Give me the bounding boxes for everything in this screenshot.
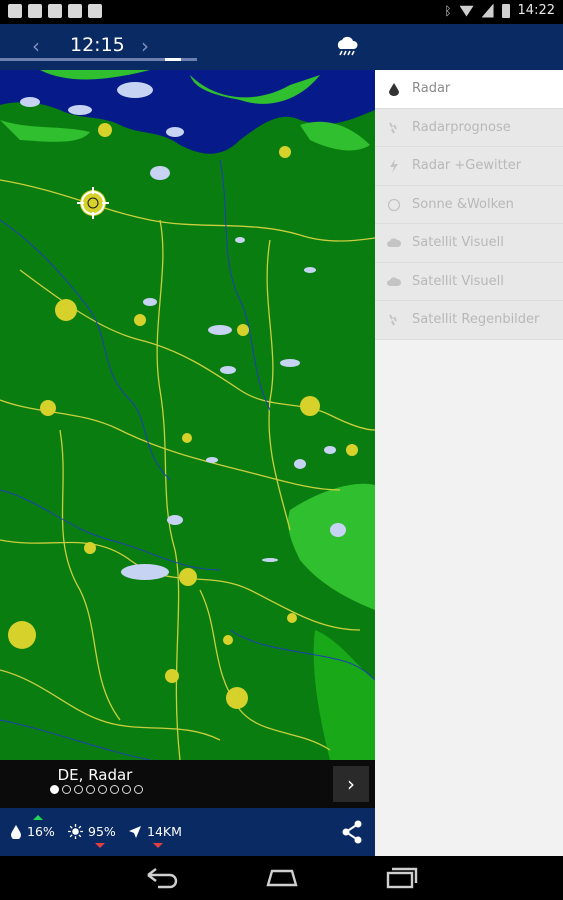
sun-value: 95% [88,824,116,839]
page-dot[interactable] [122,785,131,794]
layers-button[interactable] [332,32,362,62]
chevron-right-icon: › [347,772,355,796]
menu-item-label: Radar +Gewitter [412,158,522,174]
rain-drops-icon [387,121,401,135]
location-label: DE, Radar [57,766,133,784]
precipitation-value: 16% [27,824,55,839]
time-slider-thumb[interactable] [165,58,181,61]
share-icon [342,820,362,844]
system-nav-bar [0,856,563,900]
time-navigator: ‹ 12:15 › [0,24,375,70]
page-dot[interactable] [50,785,59,794]
layer-menu: Radar Radarprognose Radar +Gewitter Sonne &… [375,70,563,856]
camera-icon [88,4,102,18]
clipboard-icon [68,4,82,18]
sun-circle-icon [387,198,401,212]
back-button[interactable] [144,865,180,891]
radar-map[interactable] [0,70,375,760]
home-button[interactable] [264,865,300,891]
location-bar: DE, Radar › [0,760,375,808]
bluetooth-icon: ᛒ [444,3,452,18]
sun-icon [68,824,83,839]
rain-drops-icon [387,313,401,327]
lightning-icon [387,159,401,173]
time-slider[interactable] [0,58,197,61]
weather-info-bar: 16% 95% 14KM [0,808,375,856]
status-bar: ᛒ 14:22 [0,0,563,24]
next-location-button[interactable]: › [333,766,369,802]
wind-value: 14KM [147,824,182,839]
navigation-arrow-icon [129,825,141,838]
cloud-rain-icon [337,36,358,56]
menu-item-radar-gewitter[interactable]: Radar +Gewitter [375,147,563,186]
menu-item-label: Satellit Visuell [412,273,504,289]
map-canvas [0,70,375,760]
chevron-left-icon[interactable]: ‹ [32,34,40,58]
notification-icons [8,4,102,18]
page-dot[interactable] [98,785,107,794]
wind-info: 14KM [128,824,182,839]
menu-item-label: Radarprognose [412,119,511,135]
time-label: 12:15 [70,34,125,56]
page-dot[interactable] [74,785,83,794]
back-icon [147,868,178,889]
home-icon [266,869,298,887]
menu-item-radar[interactable]: Radar [375,70,563,109]
page-indicator [50,785,143,794]
share-button[interactable] [334,812,370,852]
chevron-right-icon[interactable]: › [141,34,149,58]
precipitation-info: 16% [10,824,55,839]
page-dot[interactable] [86,785,95,794]
mail-icon [48,4,62,18]
menu-item-radarprognose[interactable]: Radarprognose [375,108,563,147]
recents-button[interactable] [384,865,420,891]
system-icons: ᛒ 14:22 [444,3,555,18]
page-dot[interactable] [134,785,143,794]
trend-down-indicator [95,843,105,848]
menu-item-label: Satellit Visuell [412,235,504,251]
drop-icon [11,824,21,839]
menu-item-sonne-wolken[interactable]: Sonne &Wolken [375,185,563,224]
sun-info: 95% [68,824,116,839]
recents-icon [386,867,418,889]
trend-up-indicator [33,815,43,820]
drop-icon [387,82,401,96]
battery-icon [501,3,510,18]
chat-icon [8,4,22,18]
menu-item-label: Sonne &Wolken [412,196,514,212]
app-root: ᛒ 14:22 ‹ 12:15 › DE, Radar › 16% 95% 14… [0,0,563,900]
menu-item-satellit-visuell[interactable]: Satellit Visuell [375,224,563,263]
page-dot[interactable] [62,785,71,794]
image-icon [28,4,42,18]
status-time: 14:22 [517,3,555,18]
menu-item-label: Radar [412,81,451,97]
menu-item-satellit-regenbilder[interactable]: Satellit Regenbilder [375,301,563,340]
wifi-icon [459,5,474,17]
menu-item-satellit-visuell[interactable]: Satellit Visuell [375,262,563,301]
page-dot[interactable] [110,785,119,794]
cloud-icon [387,236,402,250]
top-toolbar: ‹ 12:15 › [0,24,563,70]
trend-down-indicator [153,843,163,848]
menu-item-label: Satellit Regenbilder [412,312,540,328]
signal-icon [481,3,494,18]
cloud-icon [387,275,402,289]
